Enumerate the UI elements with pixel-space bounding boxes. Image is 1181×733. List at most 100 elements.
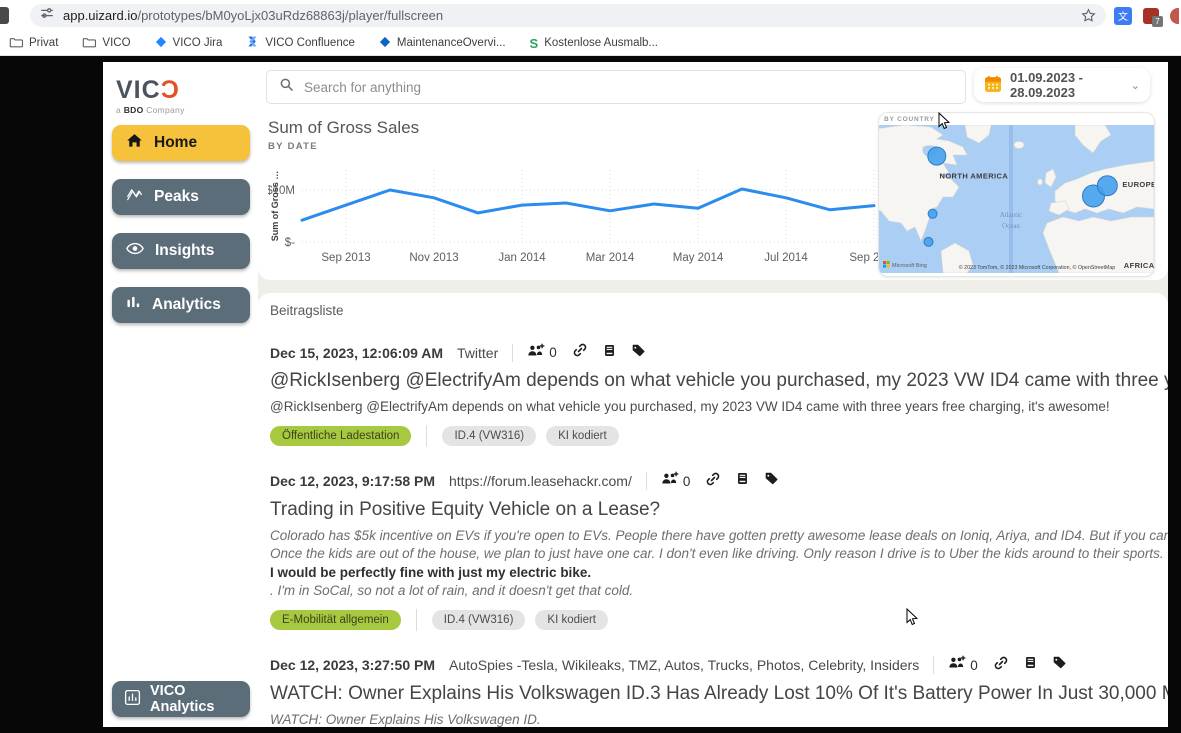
content-area: 01.09.2023 - 28.09.2023 ⌄ Sum of Gross S… [258,62,1168,727]
sidebar-item-home[interactable]: Home [112,125,250,161]
post-body-line: @RickIsenberg @ElectrifyAm depends on wh… [270,398,1168,417]
gross-sales-chart: Sum of Gross Sales BY DATE $-$10MSep 201… [268,118,880,268]
sidebar-item-analytics[interactable]: Analytics [112,287,250,323]
post-date: Dec 12, 2023, 9:17:58 PM [270,473,435,489]
tag-icon [1052,655,1067,675]
profile-icon[interactable] [1170,7,1179,25]
map-bubble-united-states[interactable] [928,209,937,218]
meta-divider [646,472,647,490]
map-label: EUROPE [1122,180,1154,189]
map-label: Ocean [1002,222,1020,230]
map-attribution: © 2023 TomTom, © 2023 Microsoft Corporat… [959,264,1116,271]
bookmark-star-icon[interactable] [1081,8,1096,23]
confluence-icon [246,35,259,51]
tag-pill[interactable]: KI kodiert [546,426,619,446]
post-item: Dec 12, 2023, 9:17:58 PMhttps://forum.le… [270,471,1168,631]
link-button[interactable] [705,471,721,492]
tag-button[interactable] [631,343,646,363]
map-bubble-mexico[interactable] [924,237,933,246]
date-range-label: 01.09.2023 - 28.09.2023 [1010,70,1123,100]
tag-pill[interactable]: E-Mobilität allgemein [270,610,401,630]
svg-text:Sep 2014: Sep 2014 [849,252,878,264]
post-body: WATCH: Owner Explains His Volkswagen ID.… [270,711,1168,728]
audience-button[interactable]: 0 [527,343,557,363]
tag-pill[interactable]: ID.4 (VW316) [442,426,536,446]
address-bar[interactable]: app.uizard.io/prototypes/bM0yoLjx03uRdz6… [30,4,1106,27]
document-button[interactable] [1024,655,1037,675]
top-section: 01.09.2023 - 28.09.2023 ⌄ Sum of Gross S… [258,62,1168,280]
line-chart: $-$10MSep 2013Nov 2013Jan 2014Mar 2014Ma… [268,160,878,268]
meta-divider [512,344,513,362]
sidebar-item-label: Home [154,134,197,152]
svg-text:$-: $- [285,237,295,249]
search-input[interactable] [304,80,953,95]
map-label: AFRICA [1124,261,1154,270]
bookmark-item[interactable]: VICO [82,35,130,52]
link-button[interactable] [993,655,1009,676]
svg-text:Mar 2014: Mar 2014 [586,252,635,264]
post-title[interactable]: Trading in Positive Equity Vehicle on a … [270,499,1168,521]
bookmarks-bar: Privat VICO VICO Jira VICO Confluence Mainte… [0,31,1181,56]
map-label: NORTH AMERICA [940,171,1009,180]
post-date: Dec 12, 2023, 3:27:50 PM [270,657,435,673]
post-actions: 0 [948,655,1067,676]
tag-button[interactable] [1052,655,1067,675]
bookmark-item[interactable]: SKostenlose Ausmalb... [530,36,658,51]
search-icon [279,77,294,97]
svg-text:Nov 2013: Nov 2013 [409,252,458,264]
bookmark-item[interactable]: VICO Confluence [246,35,355,51]
search-box[interactable] [266,70,966,104]
posts-panel: Beitragsliste Dec 15, 2023, 12:06:09 AMT… [258,293,1168,727]
date-range-picker[interactable]: 01.09.2023 - 28.09.2023 ⌄ [974,68,1150,102]
extension-icon[interactable]: 7 [1143,8,1159,24]
page-background: VICƆ a BDO Company HomePeaksInsightsAnal… [0,56,1181,733]
audience-button[interactable]: 0 [948,655,978,675]
post-title[interactable]: @RickIsenberg @ElectrifyAm depends on wh… [270,370,1168,392]
url-row: app.uizard.io/prototypes/bM0yoLjx03uRdz6… [0,0,1181,31]
audience-button[interactable]: 0 [661,471,691,491]
tag-divider [416,609,417,631]
post-tags: Öffentliche Ladestation ID.4 (VW316) KI ko… [270,425,1168,447]
app-window: VICƆ a BDO Company HomePeaksInsightsAnal… [103,62,1168,727]
svg-text:Jan 2014: Jan 2014 [498,252,546,264]
sidebar-item-vico-analytics[interactable]: VICO Analytics [112,681,250,717]
sidebar-nav: Home Peaks Insights Analytics [112,125,250,323]
post-meta: Dec 15, 2023, 12:06:09 AMTwitter0 [270,342,1168,363]
tag-icon [764,471,779,491]
link-icon [572,342,588,363]
document-button[interactable] [603,343,616,363]
svg-text:May 2014: May 2014 [673,252,724,264]
bookmark-label: VICO Jira [173,37,223,49]
document-icon [736,471,749,491]
map-bubble-canada[interactable] [928,147,946,165]
sidebar-item-label: Peaks [154,188,199,206]
tag-pill[interactable]: Öffentliche Ladestation [270,426,411,446]
bookmark-item[interactable]: VICO Jira [155,36,223,51]
post-item: Dec 12, 2023, 3:27:50 PMAutoSpies -Tesla… [270,655,1168,728]
audience-count: 0 [683,474,691,489]
site-controls-icon[interactable] [40,6,54,25]
post-title[interactable]: WATCH: Owner Explains His Volkswagen ID.… [270,683,1168,705]
svg-text:Sum of Gross …: Sum of Gross … [270,171,280,242]
country-map-card[interactable]: BY COUNTRY [878,112,1155,277]
map-bubble-germany[interactable] [1097,176,1117,196]
browser-actions: 文 7 [1114,4,1181,27]
post-meta: Dec 12, 2023, 9:17:58 PMhttps://forum.le… [270,471,1168,492]
svg-text:Jul 2014: Jul 2014 [764,252,808,264]
link-button[interactable] [572,342,588,363]
sidebar-item-peaks[interactable]: Peaks [112,179,250,215]
tag-button[interactable] [764,471,779,491]
tag-pill[interactable]: ID.4 (VW316) [432,610,526,630]
document-button[interactable] [736,471,749,491]
calendar-icon [984,75,1002,96]
tag-pill[interactable]: KI kodiert [535,610,608,630]
url-text[interactable]: app.uizard.io/prototypes/bM0yoLjx03uRdz6… [63,8,443,23]
sidebar-item-insights[interactable]: Insights [112,233,250,269]
bookmark-item[interactable]: MaintenanceOvervi... [379,36,506,51]
bing-map[interactable]: NORTH AMERICAEUROPEAFRICAAtlanticOcean M… [879,125,1154,273]
screen: app.uizard.io/prototypes/bM0yoLjx03uRdz6… [0,0,1181,733]
sidebar-item-label: Insights [155,242,214,260]
audience-count: 0 [970,658,978,673]
translate-icon[interactable]: 文 [1114,7,1132,25]
bookmark-item[interactable]: Privat [9,35,58,52]
